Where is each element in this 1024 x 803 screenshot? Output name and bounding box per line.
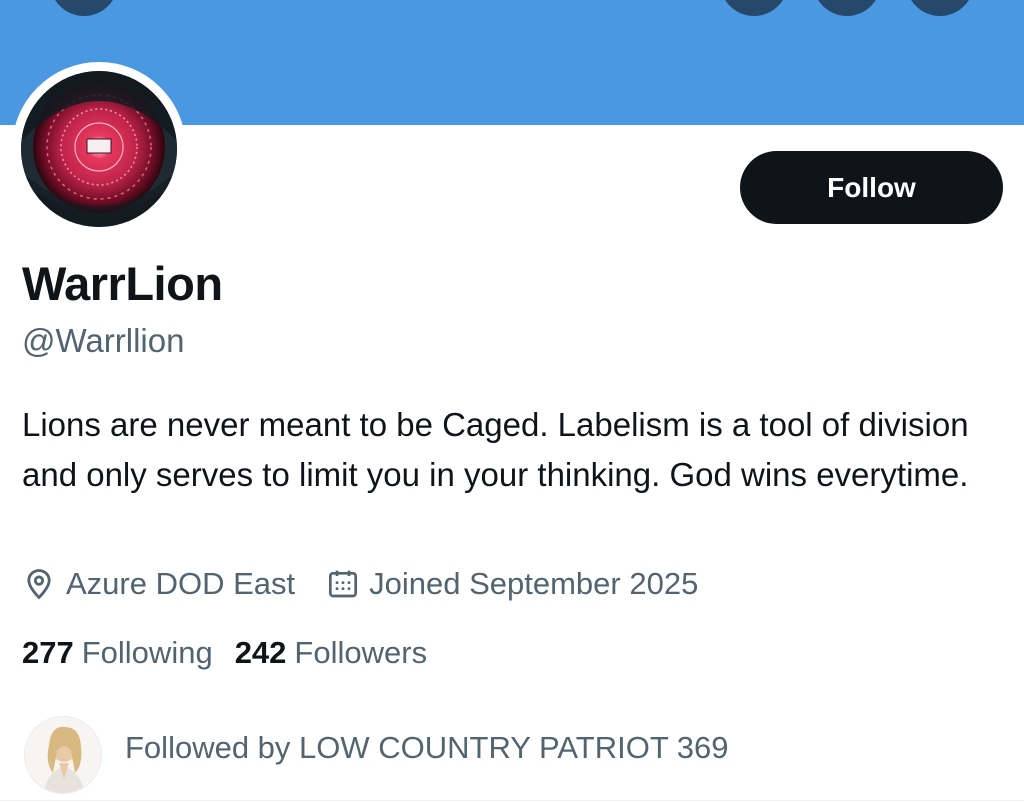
profile-bio: Lions are never meant to be Caged. Label… bbox=[22, 406, 969, 493]
profile-meta: Azure DOD East Joined September 2025 bbox=[22, 563, 698, 605]
following-count: 277 bbox=[22, 635, 74, 670]
profile-stats: 277 Following 242 Followers bbox=[22, 632, 427, 674]
joined-text: Joined September 2025 bbox=[369, 566, 699, 601]
red-eye-avatar-image bbox=[21, 71, 177, 227]
display-name: WarrLion bbox=[22, 257, 223, 310]
follower-avatar-image bbox=[25, 717, 101, 793]
followers-link[interactable]: 242 Followers bbox=[235, 635, 427, 671]
joined-item: Joined September 2025 bbox=[327, 566, 698, 602]
follower-avatar[interactable] bbox=[24, 716, 102, 794]
location-pin-icon bbox=[27, 569, 51, 600]
calendar-icon bbox=[329, 570, 358, 598]
followed-by-text[interactable]: Followed by LOW COUNTRY PATRIOT 369 bbox=[125, 730, 729, 766]
followers-count: 242 bbox=[234, 635, 287, 670]
profile-avatar[interactable] bbox=[21, 71, 177, 227]
following-link[interactable]: 277 Following bbox=[22, 635, 213, 671]
location-text: Azure DOD East bbox=[66, 566, 296, 601]
profile-avatar-frame bbox=[12, 62, 186, 236]
divider bbox=[0, 800, 1024, 801]
followers-label: Followers bbox=[294, 635, 428, 670]
username-handle: @Warrllion bbox=[22, 322, 185, 359]
following-label: Following bbox=[81, 635, 213, 670]
location-item: Azure DOD East bbox=[22, 566, 295, 602]
follow-button[interactable]: Follow bbox=[740, 151, 1003, 224]
